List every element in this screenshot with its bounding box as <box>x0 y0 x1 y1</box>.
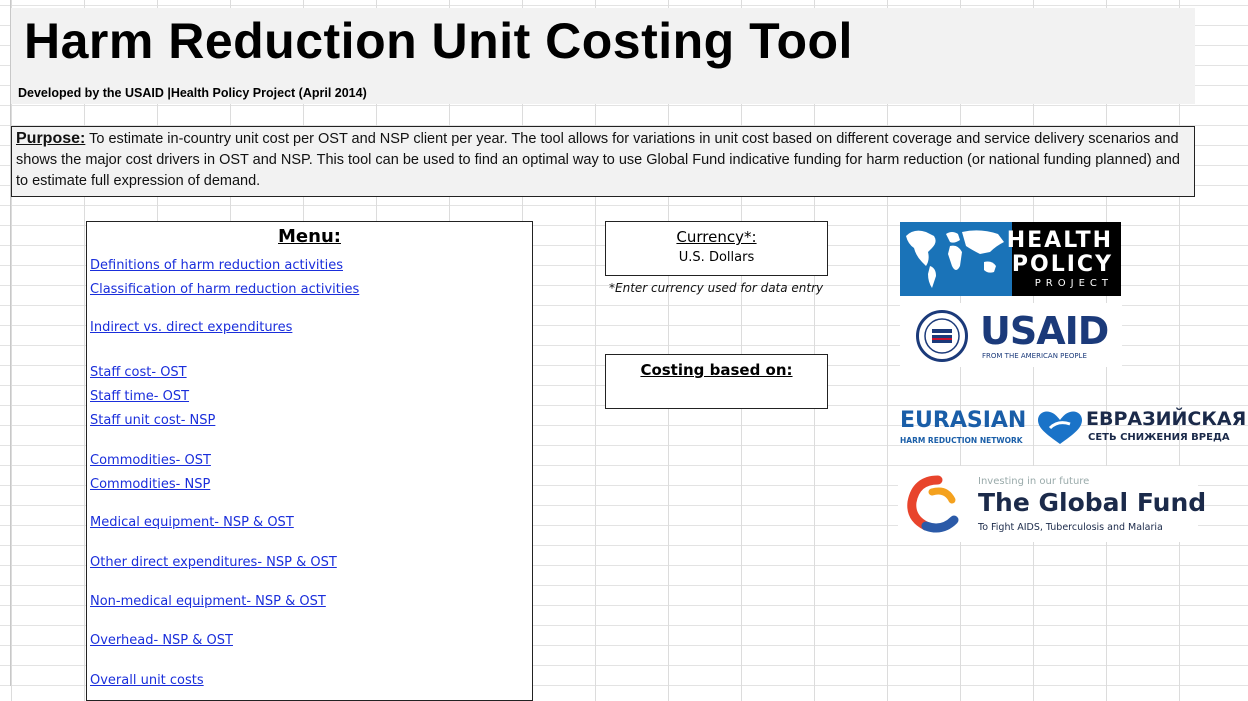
ehrn-name-en: EURASIAN <box>900 408 1027 433</box>
menu-link-staff-unit-cost-nsp[interactable]: Staff unit cost- NSP <box>90 413 215 428</box>
menu-link-staff-cost-ost[interactable]: Staff cost- OST <box>90 365 187 380</box>
world-map-icon <box>900 222 1012 296</box>
menu-link-other-direct[interactable]: Other direct expenditures- NSP & OST <box>90 555 337 570</box>
ehrn-sub-ru: СЕТЬ СНИЖЕНИЯ ВРЕДА <box>1088 432 1230 443</box>
costing-box[interactable]: Costing based on: <box>605 354 828 409</box>
costing-label: Costing based on: <box>640 361 793 379</box>
ehrn-sub-en: HARM REDUCTION NETWORK <box>900 436 1023 445</box>
menu-link-staff-time-ost[interactable]: Staff time- OST <box>90 389 189 404</box>
currency-box[interactable]: Currency*: U.S. Dollars <box>605 221 828 276</box>
menu-link-medical-equipment[interactable]: Medical equipment- NSP & OST <box>90 515 294 530</box>
ehrn-name-ru: ЕВРАЗИЙСКАЯ <box>1086 408 1247 430</box>
menu-heading: Menu: <box>278 226 341 247</box>
global-fund-tagline-bottom: To Fight AIDS, Tuberculosis and Malaria <box>978 522 1163 533</box>
menu-link-indirect-direct[interactable]: Indirect vs. direct expenditures <box>90 320 292 335</box>
hpp-line-3: PROJECT <box>1034 278 1113 289</box>
currency-value[interactable]: U.S. Dollars <box>606 250 827 265</box>
ehrn-logo: EURASIAN HARM REDUCTION NETWORK ЕВРАЗИЙС… <box>900 400 1248 456</box>
menu-link-commodities-nsp[interactable]: Commodities- NSP <box>90 477 210 492</box>
currency-note: *Enter currency used for data entry <box>609 281 824 295</box>
menu-link-classification[interactable]: Classification of harm reduction activit… <box>90 282 359 297</box>
usaid-tagline: FROM THE AMERICAN PEOPLE <box>982 352 1087 360</box>
global-fund-wordmark: The Global Fund <box>978 488 1207 517</box>
global-fund-swirl-icon <box>907 475 959 533</box>
page-subtitle: Developed by the USAID |Health Policy Pr… <box>18 86 367 100</box>
menu-link-commodities-ost[interactable]: Commodities- OST <box>90 453 211 468</box>
menu-link-definitions[interactable]: Definitions of harm reduction activities <box>90 258 343 273</box>
heart-icon <box>1038 411 1082 444</box>
menu-link-non-medical-equipment[interactable]: Non-medical equipment- NSP & OST <box>90 594 326 609</box>
menu-link-overhead[interactable]: Overhead- NSP & OST <box>90 633 233 648</box>
usaid-logo: USAID FROM THE AMERICAN PEOPLE <box>900 303 1122 367</box>
currency-label: Currency*: <box>676 228 757 246</box>
global-fund-logo: Investing in our future The Global Fund … <box>898 466 1206 542</box>
hpp-line-1: HEALTH <box>1006 228 1113 253</box>
global-fund-tagline-top: Investing in our future <box>978 476 1090 487</box>
purpose-text: To estimate in-country unit cost per OST… <box>16 131 1180 189</box>
purpose-label: Purpose: <box>16 130 86 147</box>
purpose-box: Purpose: To estimate in-country unit cos… <box>11 126 1195 197</box>
hpp-wordmark: HEALTH POLICY PROJECT <box>1007 222 1121 296</box>
menu-box: Menu: Definitions of harm reduction acti… <box>86 221 533 701</box>
usaid-wordmark: USAID <box>980 309 1109 353</box>
usaid-seal-icon <box>916 310 968 362</box>
hpp-line-2: POLICY <box>1011 252 1113 277</box>
page-title: Harm Reduction Unit Costing Tool <box>24 13 853 69</box>
health-policy-project-logo: HEALTH POLICY PROJECT <box>900 222 1121 296</box>
